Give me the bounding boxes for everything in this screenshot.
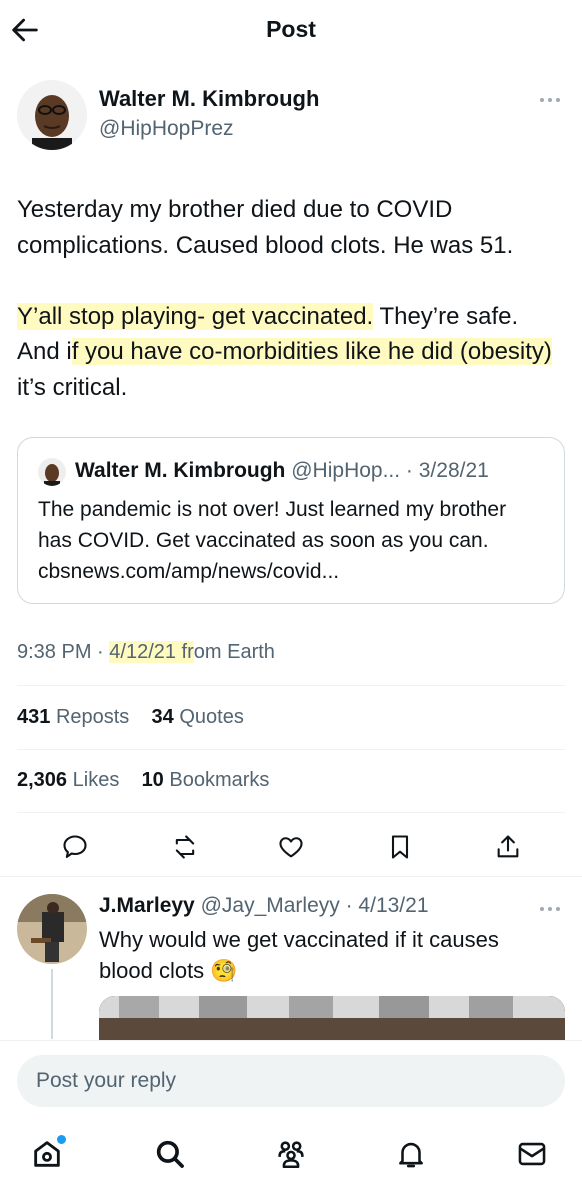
notification-dot (57, 1135, 66, 1144)
quoted-author-meta: @HipHop... · 3/28/21 (291, 459, 489, 482)
more-options-icon[interactable] (538, 902, 562, 916)
quoted-post[interactable]: Walter M. Kimbrough @HipHop... · 3/28/21… (17, 437, 565, 604)
quoted-post-header: Walter M. Kimbrough @HipHop... · 3/28/21 (75, 459, 489, 483)
more-options-icon[interactable] (538, 93, 562, 107)
divider (17, 749, 565, 750)
action-bar (0, 825, 582, 869)
highlighted-text: Y’all stop playing- get vaccinated. (17, 302, 374, 330)
post-timestamp: 9:38 PM · 4/12/21 from Earth (17, 641, 275, 663)
likes-stat[interactable]: 2,306 Likes (17, 769, 119, 791)
quoted-post-text: The pandemic is not over! Just learned m… (38, 498, 507, 583)
highlighted-text: 4/12/21 fr (109, 641, 194, 663)
avatar[interactable] (17, 80, 87, 150)
author-name[interactable]: Walter M. Kimbrough (99, 86, 319, 112)
post-paragraph: Yesterday my brother died due to COVID c… (17, 196, 514, 259)
bottom-nav (0, 1131, 582, 1179)
notifications-icon[interactable] (394, 1137, 428, 1171)
avatar[interactable] (17, 894, 87, 964)
bookmarks-stat[interactable]: 10 Bookmarks (142, 769, 270, 791)
top-bar: Post (0, 0, 582, 62)
post-paragraph: Y’all stop playing- get vaccinated. They… (17, 302, 552, 401)
reply-author-name[interactable]: J.Marleyy (99, 894, 195, 917)
search-icon[interactable] (153, 1137, 187, 1171)
composer-area (0, 1040, 582, 1200)
stats-row: 2,306 Likes 10 Bookmarks (17, 769, 269, 792)
divider (17, 812, 565, 813)
reply-image[interactable] (99, 996, 565, 1046)
divider (0, 876, 582, 877)
repost-icon[interactable] (171, 833, 199, 861)
quoted-author-name: Walter M. Kimbrough (75, 459, 286, 482)
stats-row: 431 Reposts 34 Quotes (17, 706, 244, 729)
like-icon[interactable] (277, 833, 305, 861)
reposts-stat[interactable]: 431 Reposts (17, 706, 129, 728)
post-text: Yesterday my brother died due to COVID c… (17, 192, 562, 441)
avatar (38, 458, 66, 486)
author-handle[interactable]: @HipHopPrez (99, 117, 234, 141)
highlighted-text: f you have co-morbidities like he did (o… (71, 338, 552, 365)
reply-header: J.Marleyy @Jay_Marleyy · 4/13/21 (99, 894, 429, 918)
messages-icon[interactable] (515, 1137, 549, 1171)
divider (17, 685, 565, 686)
monocle-emoji-icon: 🧐 (210, 958, 238, 983)
reply-input[interactable] (17, 1055, 565, 1107)
communities-icon[interactable] (274, 1137, 308, 1171)
share-icon[interactable] (494, 833, 522, 861)
reply-icon[interactable] (61, 833, 89, 861)
thread-line (51, 969, 53, 1039)
bookmark-icon[interactable] (386, 833, 414, 861)
reply-text: Why would we get vaccinated if it causes… (99, 927, 499, 983)
quotes-stat[interactable]: 34 Quotes (152, 706, 244, 728)
home-icon[interactable] (30, 1135, 66, 1171)
reply-author-meta: @Jay_Marleyy · 4/13/21 (200, 894, 429, 917)
page-title: Post (266, 16, 316, 42)
